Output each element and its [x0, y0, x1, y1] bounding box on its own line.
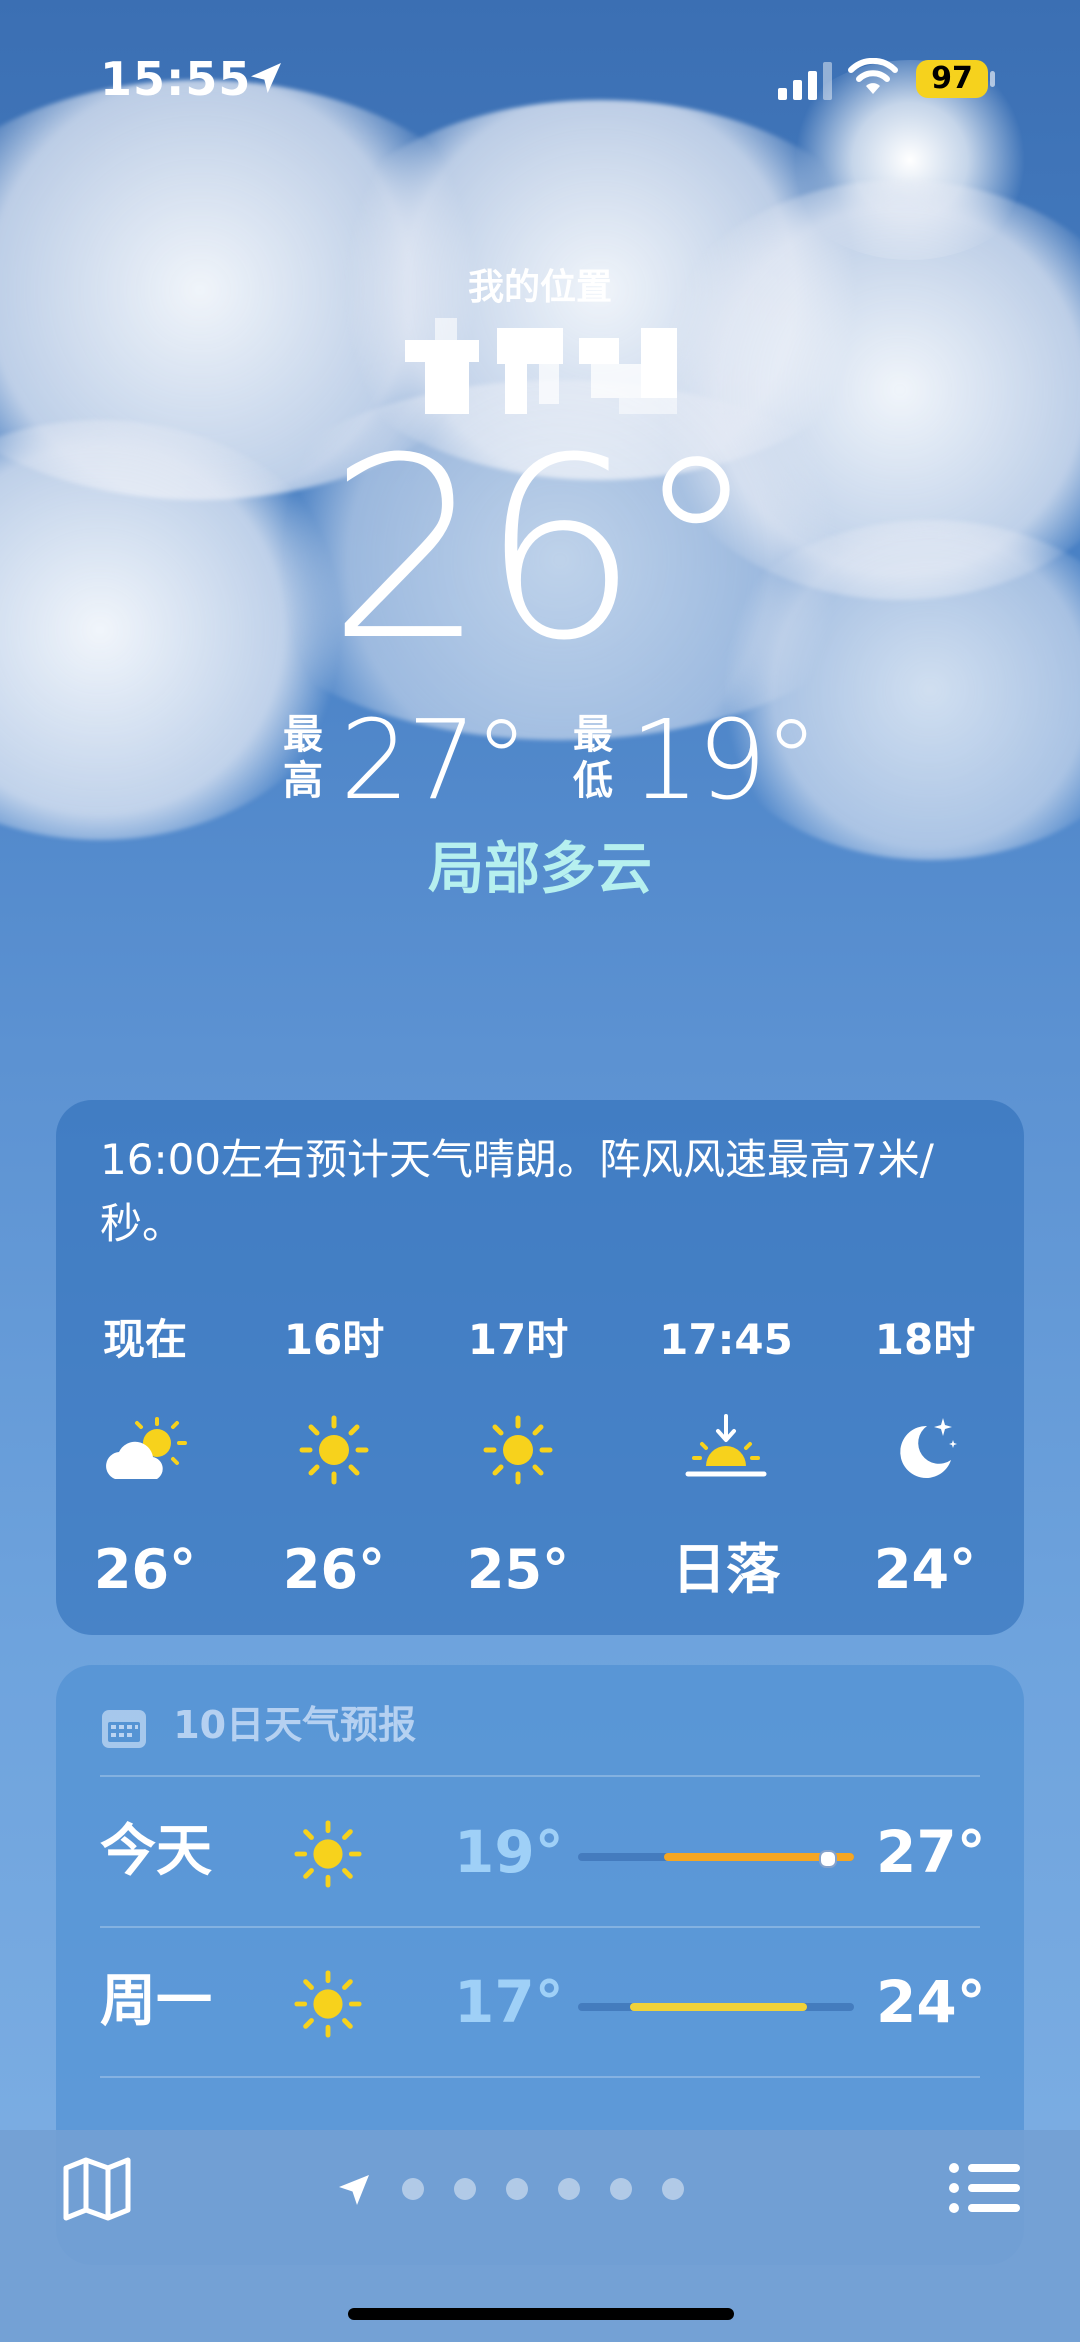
home-indicator[interactable]: [348, 2308, 734, 2320]
sunset-icon: [685, 1414, 767, 1477]
hour-temp: 26°: [93, 1538, 197, 1601]
low-label: 最低: [573, 712, 613, 804]
hour-label: 17:45: [659, 1315, 793, 1364]
page-dot[interactable]: [506, 2178, 528, 2200]
day-low-temp: 19°: [454, 1818, 564, 1886]
hourly-list[interactable]: 现在 26° 16时 26° 17时 25° 17:45 日落 18时 24°: [56, 1310, 1024, 1610]
day-name: 今天: [100, 1819, 212, 1884]
sun-icon: [483, 1415, 553, 1485]
status-time: 15:55: [100, 52, 252, 106]
day-row[interactable]: 周一 17° 24°: [56, 1927, 1024, 2077]
moon-stars-icon: [900, 1418, 957, 1478]
low-value: 19°: [630, 696, 819, 824]
sun-icon: [299, 1415, 369, 1485]
location-label: 我的位置: [467, 267, 612, 308]
temp-range-bar: [578, 2003, 854, 2011]
page-dot[interactable]: [662, 2178, 684, 2200]
page-dot[interactable]: [454, 2178, 476, 2200]
status-bar: 15:55 97: [0, 0, 1080, 150]
high-label: 最高: [283, 712, 323, 804]
map-icon[interactable]: [62, 2156, 132, 2222]
day-name: 周一: [100, 1969, 212, 2034]
hour-temp: 日落: [672, 1538, 780, 1601]
battery-cap: [990, 71, 995, 87]
list-icon[interactable]: [948, 2160, 1020, 2216]
day-row[interactable]: 今天 19° 27°: [56, 1777, 1024, 1927]
ten-day-header: 10日天气预报: [102, 1695, 416, 1755]
calendar-icon: [102, 1709, 146, 1748]
high-value: 27°: [340, 696, 529, 824]
current-temperature: 26°: [327, 404, 758, 695]
high-low-temperature: 最高 27° 最低 19°: [0, 700, 1080, 820]
hour-item: 17时 25°: [443, 1310, 593, 1600]
wifi-icon: [848, 58, 898, 94]
city-name-redacted: [405, 318, 677, 414]
current-temp-marker: [819, 1850, 838, 1868]
sun-icon: [294, 1970, 362, 2038]
hour-temp: 24°: [873, 1538, 977, 1601]
battery-indicator: 97: [916, 60, 988, 98]
location-arrow-icon[interactable]: [336, 2172, 372, 2208]
hour-item: 18时 24°: [850, 1310, 1000, 1600]
hour-temp: 26°: [282, 1538, 386, 1601]
hour-label: 16时: [283, 1315, 385, 1364]
forecast-summary: 16:00左右预计天气晴朗。阵风风速最高7米/秒。: [100, 1135, 934, 1248]
day-high-temp: 27°: [876, 1818, 986, 1886]
page-dot[interactable]: [558, 2178, 580, 2200]
divider: [100, 2076, 980, 2078]
sun-icon: [294, 1820, 362, 1888]
hour-label: 17时: [467, 1315, 569, 1364]
partly-cloudy-icon: [106, 1417, 187, 1479]
ten-day-title: 10日天气预报: [173, 1703, 417, 1747]
hour-item: 现在 26°: [70, 1310, 220, 1600]
temp-range-bar: [578, 1850, 854, 1868]
hour-label: 现在: [102, 1315, 187, 1364]
weather-condition: 局部多云: [428, 837, 652, 902]
day-low-temp: 17°: [454, 1968, 564, 2036]
hour-item: 17:45 日落: [636, 1310, 816, 1600]
hour-temp: 25°: [466, 1538, 570, 1601]
hour-item: 16时 26°: [259, 1310, 409, 1600]
temp-range-fill: [630, 2003, 808, 2011]
hour-label: 18时: [874, 1315, 976, 1364]
hourly-forecast-card[interactable]: 16:00左右预计天气晴朗。阵风风速最高7米/秒。 现在 26° 16时 26°…: [56, 1100, 1024, 1635]
page-dot[interactable]: [610, 2178, 632, 2200]
location-arrow-icon: [251, 63, 281, 93]
day-high-temp: 24°: [876, 1968, 986, 2036]
cellular-signal-icon: [778, 62, 832, 100]
page-dot[interactable]: [402, 2178, 424, 2200]
